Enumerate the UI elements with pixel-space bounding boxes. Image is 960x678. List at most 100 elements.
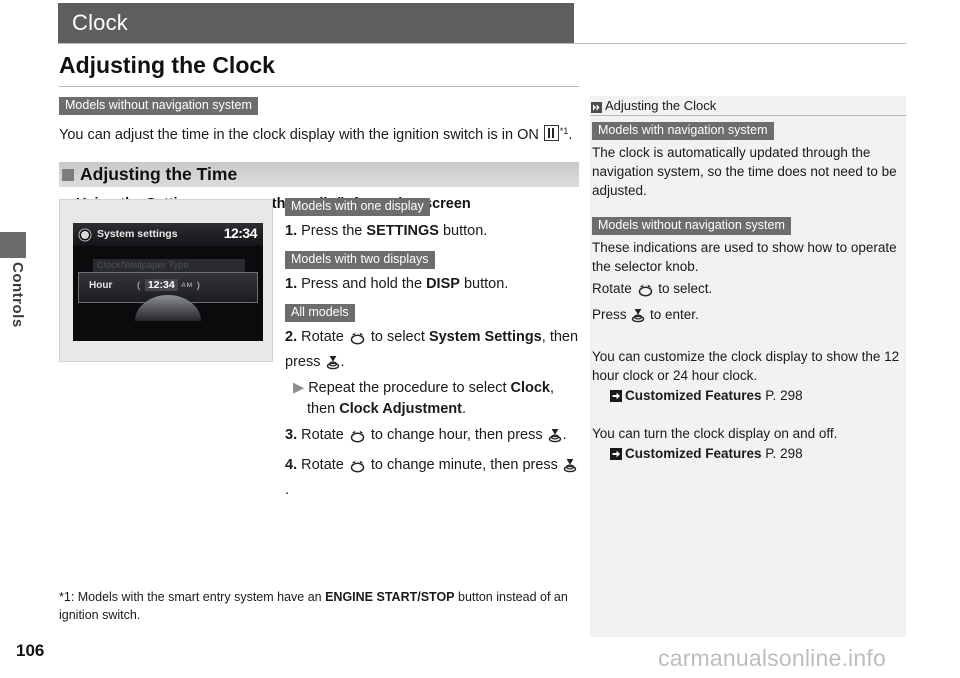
rotate-line-post: to select. bbox=[654, 281, 713, 296]
page-number: 106 bbox=[16, 641, 45, 660]
page-title: Clock bbox=[72, 10, 129, 35]
clock-adjustment-menu-name: Clock Adjustment bbox=[339, 401, 462, 417]
step-number: 2. bbox=[285, 329, 298, 345]
section-title: Adjusting the Clock bbox=[59, 52, 275, 78]
paren-close: ) bbox=[196, 280, 201, 291]
clock-menu-name: Clock bbox=[510, 380, 551, 396]
substep-text-pre: Repeat the procedure to select bbox=[308, 380, 511, 396]
side-model-tag-with-navigation: Models with navigation system bbox=[592, 122, 774, 140]
header-divider bbox=[58, 43, 906, 44]
step-text-pre: Rotate bbox=[301, 427, 348, 443]
step-text-end: . bbox=[340, 354, 345, 370]
cross-reference-customized-features-1[interactable]: Customized Features P. 298 bbox=[610, 386, 904, 405]
cross-reference-customized-features-2[interactable]: Customized Features P. 298 bbox=[610, 444, 904, 463]
jump-arrow-icon bbox=[610, 446, 622, 460]
press-knob-icon bbox=[548, 428, 562, 450]
rotate-knob-icon bbox=[349, 428, 366, 450]
gear-icon bbox=[81, 231, 89, 239]
screen-hour-label: Hour bbox=[89, 280, 113, 291]
xref-page: P. 298 bbox=[765, 388, 803, 403]
step-text-post: . bbox=[285, 482, 290, 498]
screen-title-text: System settings bbox=[97, 228, 178, 240]
step-text-pre: Press and hold the bbox=[301, 276, 427, 292]
settings-button-name: SETTINGS bbox=[366, 223, 439, 239]
figure-audio-screen: System settings 12:34 Clock/Wallpaper Ty… bbox=[59, 199, 273, 362]
model-tag-all-models: All models bbox=[285, 304, 355, 322]
rotate-knob-icon bbox=[637, 282, 654, 302]
step-text-pre: Press the bbox=[301, 223, 367, 239]
step-text-pre: Rotate bbox=[301, 329, 348, 345]
side-panel-title: Adjusting the Clock bbox=[605, 97, 717, 113]
section-divider bbox=[59, 86, 579, 87]
side-panel-body: Models with navigation system The clock … bbox=[592, 121, 904, 463]
screen-time-digits: 12:34 bbox=[144, 279, 178, 291]
infotainment-screen-mock: System settings 12:34 Clock/Wallpaper Ty… bbox=[73, 223, 263, 341]
screen-time-value: ( 12:34 AM ) bbox=[137, 279, 201, 291]
page-header-bar: Clock bbox=[58, 3, 574, 43]
step-number: 3. bbox=[285, 427, 298, 443]
xref-label: Customized Features bbox=[625, 388, 762, 403]
xref-page: P. 298 bbox=[765, 446, 803, 461]
rotate-knob-icon bbox=[349, 330, 366, 352]
substep-text-post: . bbox=[461, 401, 467, 417]
step-number: 1. bbox=[285, 223, 298, 239]
substep-repeat-procedure: ▶ Repeat the procedure to select Clock, … bbox=[285, 378, 580, 420]
press-line-pre: Press bbox=[592, 307, 631, 322]
step-text-post: button. bbox=[459, 276, 509, 292]
side-note-panel: Adjusting the Clock Models with navigati… bbox=[590, 96, 906, 637]
step-text-mid: to select bbox=[366, 329, 429, 345]
adjusting-the-time-band: Adjusting the Time bbox=[59, 162, 579, 187]
ignition-on-icon bbox=[543, 125, 559, 141]
side-paragraph-customize: You can customize the clock display to s… bbox=[592, 349, 900, 383]
screen-time-ampm: AM bbox=[181, 282, 194, 289]
screen-row-clock-wallpaper: Clock/Wallpaper Type bbox=[93, 259, 245, 272]
step-2: 2. Rotate to select System Settings, the… bbox=[285, 327, 580, 377]
engine-start-stop-button-name: ENGINE START/STOP bbox=[325, 590, 455, 604]
procedure-steps-column: Models with one display 1. Press the SET… bbox=[285, 197, 580, 501]
rotate-knob-icon bbox=[349, 458, 366, 480]
model-tag-two-displays: Models with two displays bbox=[285, 251, 435, 269]
intro-paragraph: You can adjust the time in the clock dis… bbox=[59, 121, 579, 145]
step-text-post: button. bbox=[438, 223, 488, 239]
step-1-two-displays: 1. Press and hold the DISP button. bbox=[285, 274, 580, 295]
system-settings-menu-name: System Settings bbox=[428, 329, 542, 345]
step-text-mid: to change hour, then press bbox=[366, 427, 547, 443]
side-panel-divider bbox=[590, 115, 906, 116]
main-content-column: Adjusting the Clock Models without navig… bbox=[59, 52, 579, 212]
site-watermark: carmanualsonline.info bbox=[658, 645, 886, 671]
paren-open: ( bbox=[137, 280, 142, 291]
screen-clock-readout: 12:34 bbox=[223, 225, 258, 241]
model-tag-without-navigation: Models without navigation system bbox=[59, 97, 258, 115]
footnote-text: *1: Models with the smart entry system h… bbox=[59, 588, 579, 624]
side-paragraph-onoff: You can turn the clock display on and of… bbox=[592, 426, 838, 441]
step-1-one-display: 1. Press the SETTINGS button. bbox=[285, 221, 580, 242]
model-tag-one-display: Models with one display bbox=[285, 198, 430, 216]
press-knob-icon bbox=[326, 355, 340, 377]
side-panel-header: Adjusting the Clock bbox=[590, 96, 906, 114]
jump-arrow-icon bbox=[610, 388, 622, 402]
chapter-tab-marker bbox=[0, 232, 26, 258]
press-line-post: to enter. bbox=[646, 307, 699, 322]
step-number: 1. bbox=[285, 276, 298, 292]
band-square-bullet-icon bbox=[62, 168, 74, 181]
band-heading-text: Adjusting the Time bbox=[80, 164, 238, 184]
side-press-line: Press to enter. bbox=[592, 305, 904, 328]
triangle-bullet-icon: ▶ bbox=[293, 380, 305, 396]
double-chevron-right-icon bbox=[591, 100, 602, 113]
side-model-tag-without-navigation: Models without navigation system bbox=[592, 217, 791, 235]
side-rotate-line: Rotate to select. bbox=[592, 279, 904, 302]
disp-button-name: DISP bbox=[426, 276, 460, 292]
step-text-mid: to change minute, then press bbox=[366, 457, 562, 473]
step-text-pre: Rotate bbox=[301, 457, 348, 473]
step-number: 4. bbox=[285, 457, 298, 473]
chapter-label: Controls bbox=[9, 262, 26, 328]
press-knob-icon bbox=[631, 308, 645, 328]
rotate-line-pre: Rotate bbox=[592, 281, 636, 296]
step-3: 3. Rotate to change hour, then press . bbox=[285, 425, 580, 450]
intro-text-after-icon: . bbox=[568, 127, 573, 143]
xref-label: Customized Features bbox=[625, 446, 762, 461]
step-text-post: . bbox=[562, 427, 567, 443]
intro-text-before-icon: You can adjust the time in the clock dis… bbox=[59, 127, 543, 143]
footnote-pre: *1: Models with the smart entry system h… bbox=[59, 590, 326, 604]
side-paragraph-without-navigation: These indications are used to show how t… bbox=[592, 240, 897, 274]
